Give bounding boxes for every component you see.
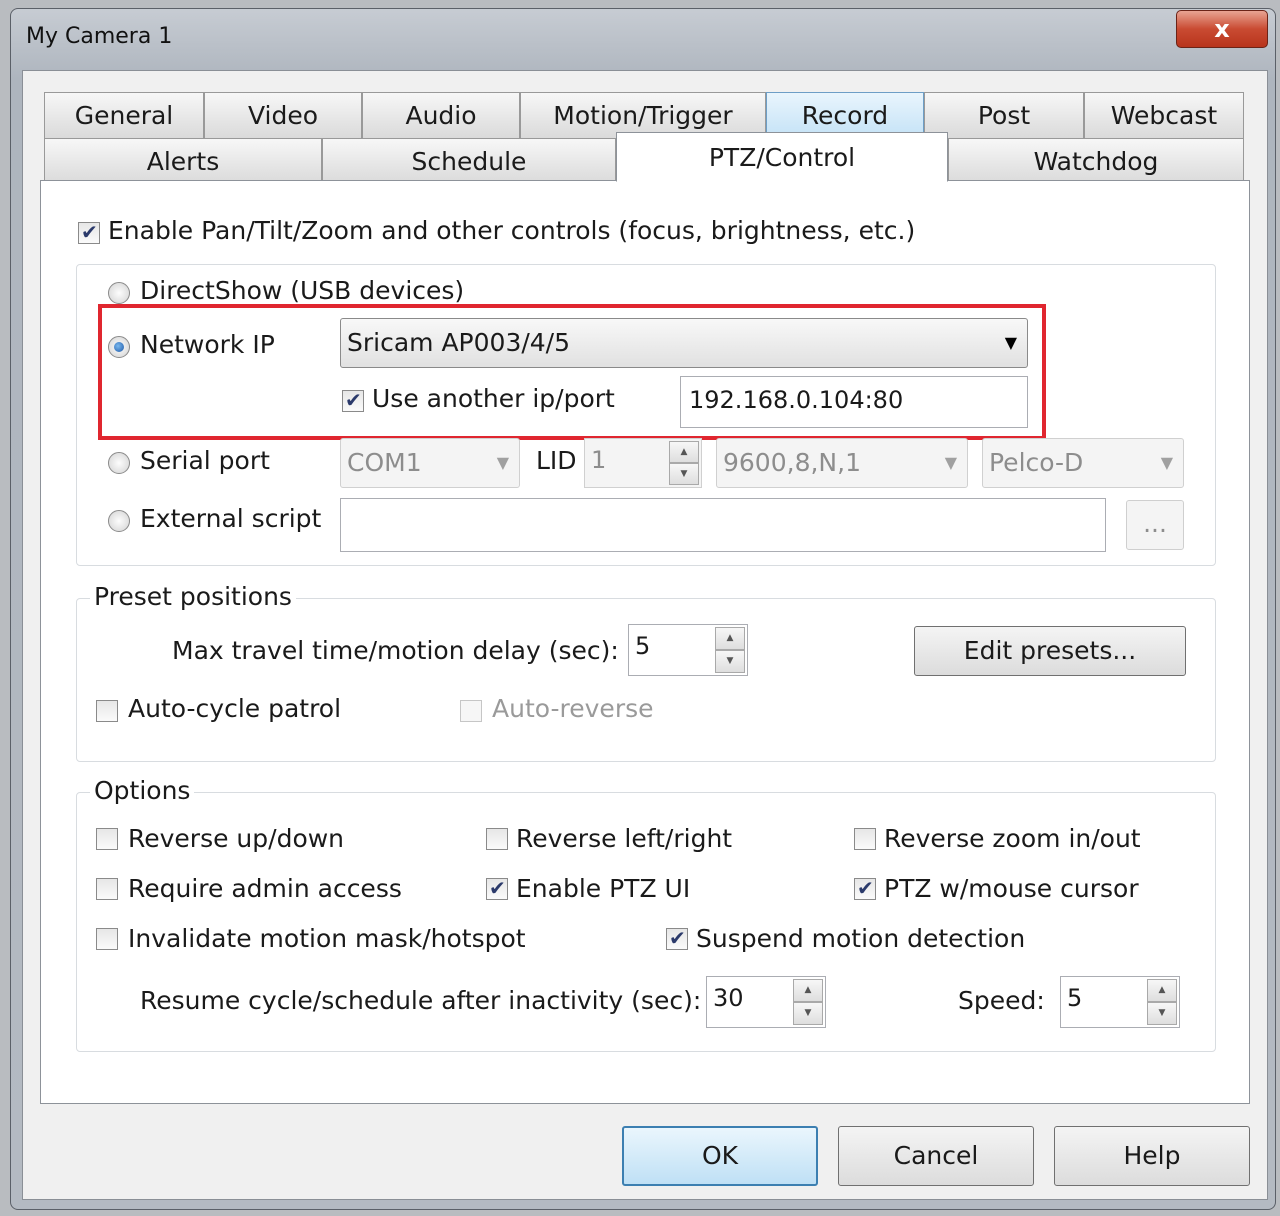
resume-stepper[interactable]: 30 ▲ ▼	[706, 976, 826, 1028]
close-icon: x	[1214, 15, 1230, 43]
spin-down-icon[interactable]: ▼	[1147, 1002, 1177, 1025]
spin-down-icon[interactable]: ▼	[715, 650, 745, 673]
lid-label: LID	[536, 446, 577, 475]
suspend-motion-checkbox[interactable]	[666, 926, 688, 950]
external-script-radio[interactable]	[108, 510, 130, 532]
serial-port-label: Serial port	[140, 446, 270, 475]
tab-post[interactable]: Post	[924, 92, 1084, 138]
spin-down-icon[interactable]: ▼	[793, 1002, 823, 1025]
external-script-input[interactable]	[340, 498, 1106, 552]
auto-cycle-patrol-checkbox[interactable]	[96, 700, 118, 722]
baud-rate-dropdown[interactable]: 9600,8,N,1 ▼	[716, 438, 968, 488]
reverse-updown-checkbox[interactable]	[96, 828, 118, 850]
protocol-value: Pelco-D	[989, 448, 1084, 477]
lid-value: 1	[591, 446, 607, 474]
speed-stepper[interactable]: 5 ▲ ▼	[1060, 976, 1180, 1028]
max-travel-stepper[interactable]: 5 ▲ ▼	[628, 624, 748, 676]
edit-presets-button[interactable]: Edit presets...	[914, 626, 1186, 676]
directshow-radio[interactable]	[108, 282, 130, 304]
chevron-down-icon: ▼	[496, 453, 509, 472]
chevron-down-icon: ▼	[1160, 453, 1173, 472]
reverse-updown-label: Reverse up/down	[128, 824, 345, 853]
baud-rate-value: 9600,8,N,1	[723, 448, 861, 477]
auto-cycle-patrol-label: Auto-cycle patrol	[128, 694, 342, 723]
require-admin-checkbox[interactable]	[96, 878, 118, 900]
reverse-zoom-label: Reverse zoom in/out	[884, 824, 1141, 853]
help-button[interactable]: Help	[1054, 1126, 1250, 1186]
ptz-mouse-checkbox[interactable]	[854, 876, 876, 900]
invalidate-mask-label: Invalidate motion mask/hotspot	[128, 924, 526, 953]
tab-video[interactable]: Video	[204, 92, 362, 138]
tab-schedule[interactable]: Schedule	[322, 138, 616, 184]
spin-up-icon[interactable]: ▲	[669, 441, 699, 463]
suspend-motion-label: Suspend motion detection	[696, 924, 1026, 953]
enable-ptz-checkbox[interactable]	[78, 220, 100, 244]
browse-script-button[interactable]: ...	[1126, 500, 1184, 550]
lid-stepper[interactable]: 1 ▲ ▼	[584, 438, 702, 488]
chevron-down-icon: ▼	[944, 453, 957, 472]
enable-ptz-ui-label: Enable PTZ UI	[516, 874, 691, 903]
require-admin-label: Require admin access	[128, 874, 402, 903]
spin-up-icon[interactable]: ▲	[715, 627, 745, 650]
external-script-label: External script	[140, 504, 322, 533]
options-legend: Options	[90, 776, 195, 805]
tab-alerts[interactable]: Alerts	[44, 138, 322, 184]
com-port-value: COM1	[347, 448, 422, 477]
spin-up-icon[interactable]: ▲	[1147, 979, 1177, 1002]
max-travel-value: 5	[635, 632, 651, 660]
tab-webcast[interactable]: Webcast	[1084, 92, 1244, 138]
window-title: My Camera 1	[26, 24, 173, 49]
auto-reverse-label: Auto-reverse	[492, 694, 654, 723]
enable-ptz-ui-checkbox[interactable]	[486, 876, 508, 900]
tab-watchdog[interactable]: Watchdog	[948, 138, 1244, 184]
invalidate-mask-checkbox[interactable]	[96, 928, 118, 950]
enable-ptz-label: Enable Pan/Tilt/Zoom and other controls …	[108, 216, 916, 245]
spin-up-icon[interactable]: ▲	[793, 979, 823, 1002]
max-travel-label: Max travel time/motion delay (sec):	[172, 636, 619, 665]
close-button[interactable]: x	[1176, 10, 1268, 48]
highlight-box	[98, 304, 1046, 440]
resume-value: 30	[713, 984, 744, 1012]
com-port-dropdown[interactable]: COM1 ▼	[340, 438, 520, 488]
spin-down-icon[interactable]: ▼	[669, 463, 699, 485]
directshow-label: DirectShow (USB devices)	[140, 276, 465, 305]
reverse-leftright-checkbox[interactable]	[486, 828, 508, 850]
ok-button[interactable]: OK	[622, 1126, 818, 1186]
speed-label: Speed:	[958, 986, 1045, 1015]
auto-reverse-checkbox[interactable]	[460, 700, 482, 722]
reverse-zoom-checkbox[interactable]	[854, 828, 876, 850]
resume-label: Resume cycle/schedule after inactivity (…	[140, 986, 702, 1015]
reverse-leftright-label: Reverse left/right	[516, 824, 733, 853]
tab-general[interactable]: General	[44, 92, 204, 138]
tab-audio[interactable]: Audio	[362, 92, 520, 138]
preset-positions-group	[76, 598, 1216, 762]
tab-ptz-control[interactable]: PTZ/Control	[616, 132, 948, 182]
protocol-dropdown[interactable]: Pelco-D ▼	[982, 438, 1184, 488]
speed-value: 5	[1067, 984, 1083, 1012]
cancel-button[interactable]: Cancel	[838, 1126, 1034, 1186]
ptz-mouse-label: PTZ w/mouse cursor	[884, 874, 1139, 903]
preset-positions-legend: Preset positions	[90, 582, 296, 611]
serial-port-radio[interactable]	[108, 452, 130, 474]
